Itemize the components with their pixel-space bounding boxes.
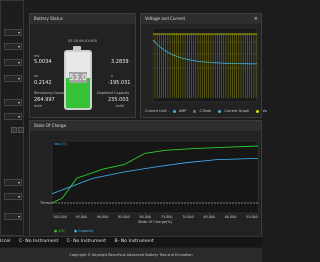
x-tick-label: 95.000 [76,215,88,219]
sidebar-dropdown-3[interactable]: ▾ [4,59,22,66]
radio-icon [193,109,197,113]
radio-icon [172,109,176,113]
voltage-current-title: Voltage and Current [141,14,261,24]
footer-copyright: Copyright © Keysight BenchVue Advanced B… [0,248,262,262]
x-tick-label: 80.000 [140,215,152,219]
checkbox-icon [256,109,260,113]
depleted-capacity-value: 235.003 [108,97,129,103]
plot-area [152,27,258,103]
x-tick-label: 60.000 [225,215,237,219]
battery-percent: 53.0 [69,72,87,83]
current-value: 3.2839 [111,59,129,65]
chevron-down-icon: ▾ [17,76,20,81]
status-item-3: C- No Instrument [66,239,107,244]
voltage-label: mv [34,54,40,58]
status-item-4: B- No Instrument [114,239,154,244]
sidebar-dropdown-8[interactable]: ▾ [4,193,22,200]
y-axis-label: Voo [V] [54,142,67,146]
x-tick-label: 70.000 [182,215,194,219]
battery-gauge: 53.0 [64,50,92,110]
chevron-down-icon: ▾ [17,194,20,199]
x-tick-label: 90.000 [97,215,109,219]
close-icon[interactable]: × [254,14,258,24]
chevron-down-icon: ▾ [17,100,20,105]
battery-date: 05.00.06:41.605 [68,39,98,43]
voltage-value: 5.0034 [34,59,52,65]
left-sidebar: ▾ ▾ ▾ ▾ ▾ ▾ ▾ ▾ ▾ [0,0,24,236]
option-amp[interactable]: AMP [172,109,190,113]
chevron-down-icon: ▾ [17,44,20,49]
x-axis-label: State Of Charge(%) [138,220,173,224]
x-tick-label: 100.000 [53,215,67,219]
status-bar: Iccel C- No Instrument C- No Instrument … [0,236,262,247]
sidebar-dropdown-4[interactable]: ▾ [4,75,22,82]
battery-status-panel: Battery Status 05.00.06:41.605 mv 5.0034… [29,13,136,118]
x-tick-label: 85.000 [118,215,130,219]
remaining-capacity-value: 264.997 [34,97,55,103]
sidebar-dropdown-2[interactable]: ▾ [4,43,22,50]
x-tick-label: 65.000 [204,215,216,219]
sidebar-dropdown-7[interactable]: ▾ [4,179,22,186]
option-c-rate[interactable]: C-Rate [193,109,214,113]
option-vo[interactable]: Vo [256,109,269,113]
voltage-current-chart [152,27,258,103]
status-item-2: C- No Instrument [18,239,59,244]
sidebar-button-2[interactable] [18,127,24,133]
x-tick-label: 75.000 [161,215,173,219]
voltage-current-panel: Voltage and Current × Current Unit : AMP… [140,13,267,118]
chevron-down-icon: ▾ [17,30,20,35]
checkbox-icon [218,109,222,113]
mid-right-value: -195.031 [108,80,131,86]
mid-left-value: 0.2142 [34,80,52,86]
remaining-capacity-unit: mAh [34,104,43,108]
current-unit-label: Current Unit : [145,109,169,113]
status-item-1: Iccel [0,239,11,244]
sidebar-dropdown-6[interactable]: ▾ [4,113,22,120]
chevron-down-icon: ▾ [17,60,20,65]
sidebar-button-1[interactable] [11,127,17,133]
depleted-capacity-label: Depleted Capacity [97,91,130,95]
legend-capacity: ● Capacity [74,229,93,233]
state-of-charge-panel: State Of Charge Voo [V] Thresh 100.000 95.0… [29,120,262,240]
current-unit-legend: Current Unit : AMP C-Rate Current Graph … [145,109,273,113]
depleted-capacity-unit: mAh [116,104,125,108]
x-tick-label: 55.000 [246,215,258,219]
chevron-down-icon: ▾ [17,114,20,119]
battery-status-title: Battery Status [30,14,135,24]
threshold-label: Thresh [39,201,52,205]
option-current-graph[interactable]: Current Graph [218,109,252,113]
sidebar-dropdown-9[interactable]: ▾ [4,213,22,220]
chevron-down-icon: ▾ [17,214,20,219]
chevron-down-icon: ▾ [17,180,20,185]
mid-left-label: ns [34,74,39,78]
sidebar-dropdown-1[interactable]: ▾ [4,29,22,36]
legend-soc: ● SOC [54,229,66,233]
state-of-charge-chart: Voo [V] Thresh 100.000 95.000 90.000 85.000 80… [39,140,259,233]
mid-right-label: n [111,74,114,78]
state-of-charge-title: State Of Charge [30,121,261,131]
sidebar-dropdown-5[interactable]: ▾ [4,99,22,106]
